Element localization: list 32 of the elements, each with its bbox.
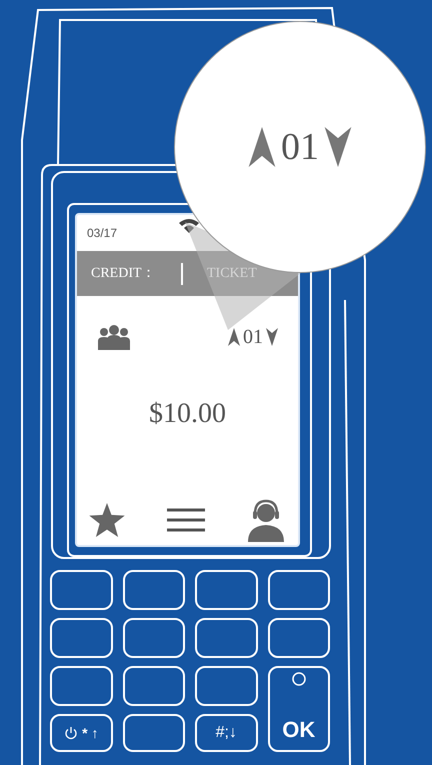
keypad-key[interactable] (195, 666, 258, 706)
hash-key[interactable]: #;↓ (195, 714, 258, 752)
down-arrow-icon (323, 127, 353, 167)
keypad-key[interactable] (122, 714, 185, 752)
amount-value: $10.00 (149, 396, 226, 430)
ok-key[interactable]: OK (268, 666, 330, 752)
power-key[interactable]: * ↑ (50, 714, 112, 752)
support-agent-icon[interactable] (246, 498, 286, 542)
keypad-key[interactable] (50, 666, 112, 706)
date-label: 03/17 (87, 225, 118, 242)
keypad-key[interactable] (122, 618, 185, 658)
keypad-key[interactable] (195, 570, 258, 610)
counter-value: 01 (243, 325, 263, 350)
power-icon (64, 726, 78, 740)
wifi-icon (178, 218, 200, 234)
keypad-key[interactable] (122, 570, 185, 610)
keypad-key[interactable] (50, 618, 112, 658)
menu-icon[interactable] (166, 508, 204, 532)
star-icon[interactable] (89, 503, 125, 537)
up-arrow-icon[interactable] (228, 328, 240, 346)
group-icon (97, 324, 131, 350)
down-arrow-icon[interactable] (266, 328, 278, 346)
keypad-key[interactable] (268, 570, 330, 610)
keypad-key[interactable] (50, 570, 112, 610)
divider-bar (181, 262, 183, 284)
keypad-key[interactable] (122, 666, 185, 706)
keypad-key[interactable] (268, 618, 330, 658)
counter-value: 01 (281, 124, 319, 170)
keypad-key[interactable] (195, 618, 258, 658)
led-icon (292, 672, 306, 686)
up-arrow-icon (247, 127, 277, 167)
credit-label: CREDIT： (91, 265, 157, 283)
